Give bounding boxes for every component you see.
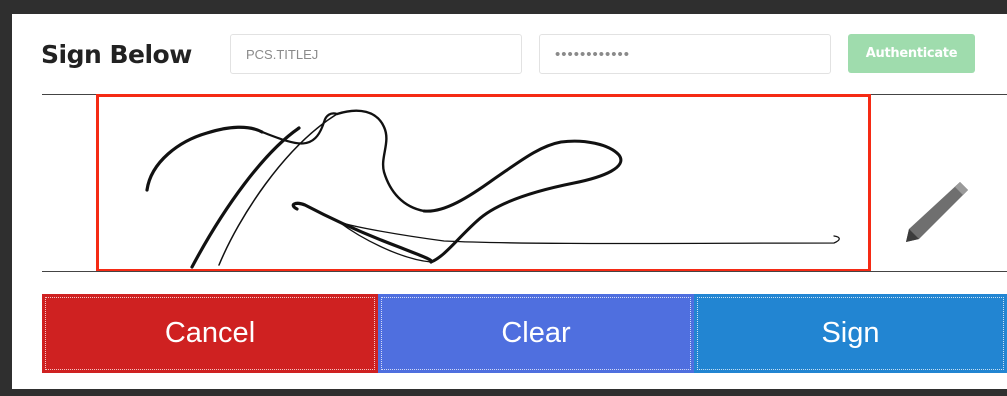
pencil-icon[interactable] [902,178,972,244]
divider-bottom [42,271,1007,272]
clear-button[interactable]: Clear [378,294,694,373]
authenticate-button[interactable]: Authenticate [848,34,975,73]
signature-canvas[interactable] [96,94,871,272]
password-field[interactable] [539,34,831,74]
signature-panel: Sign Below Authenticate Cancel Clea [12,14,1007,389]
cancel-button[interactable]: Cancel [42,294,378,373]
page-title: Sign Below [41,40,192,69]
username-field[interactable] [230,34,522,74]
signature-stroke [145,109,840,269]
sign-button[interactable]: Sign [694,294,1007,373]
